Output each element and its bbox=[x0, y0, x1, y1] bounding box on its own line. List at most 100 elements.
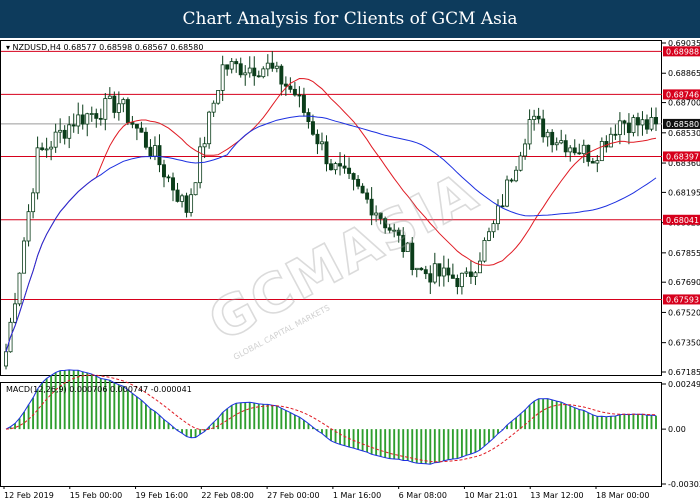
price-panel-frame bbox=[0, 40, 662, 376]
y-tick-label: 0.67185 bbox=[668, 368, 700, 377]
candle-body bbox=[617, 120, 622, 136]
candle-body bbox=[283, 83, 288, 87]
candle-body bbox=[500, 205, 505, 208]
candle-body bbox=[347, 167, 352, 174]
candle-body bbox=[17, 272, 22, 305]
y-tick-label: 0.67520 bbox=[668, 308, 700, 317]
candle-body bbox=[645, 119, 649, 130]
candle-body bbox=[252, 67, 257, 77]
candle-body bbox=[441, 267, 446, 277]
candle-body bbox=[572, 147, 577, 154]
candle-body bbox=[622, 120, 627, 124]
candle-body bbox=[545, 131, 550, 138]
candle-body bbox=[130, 122, 135, 125]
candle-body bbox=[320, 141, 324, 145]
candle-body bbox=[464, 271, 469, 274]
candle-body bbox=[428, 273, 433, 283]
time-axis: 12 Feb 2019 15 Feb 00:00 19 Feb 16:00 22 Fe… bbox=[3, 486, 649, 500]
x-tick-label: 1 Mar 16:00 bbox=[333, 491, 381, 500]
macd-y-tick-label: 0.002492 bbox=[668, 380, 700, 389]
candle-body bbox=[536, 115, 541, 120]
price-level-label: 0.68041 bbox=[666, 216, 699, 225]
candle-body bbox=[631, 117, 636, 134]
x-tick-label: 15 Feb 00:00 bbox=[70, 491, 122, 500]
candle-body bbox=[247, 67, 252, 74]
candle-body bbox=[4, 351, 8, 367]
candle-body bbox=[496, 205, 500, 225]
candle-body bbox=[654, 117, 658, 125]
candle-body bbox=[292, 88, 297, 96]
candle-body bbox=[518, 155, 523, 171]
candle-body bbox=[143, 131, 148, 148]
candle-body bbox=[315, 133, 320, 145]
chart-area: 0.690350.688650.687000.685300.683600.681… bbox=[0, 39, 700, 500]
candle-body bbox=[22, 240, 27, 274]
candle-body bbox=[166, 176, 171, 179]
candle-body bbox=[437, 263, 442, 277]
price-panel: 0.690350.688650.687000.685300.683600.681… bbox=[0, 39, 700, 377]
candle-body bbox=[487, 231, 491, 241]
candle-body bbox=[365, 192, 370, 200]
y-tick-label: 0.67690 bbox=[668, 278, 700, 287]
candle-body bbox=[360, 185, 365, 194]
candle-body bbox=[49, 146, 54, 150]
candle-body bbox=[324, 141, 329, 165]
candle-body bbox=[80, 114, 85, 125]
candle-body bbox=[157, 145, 162, 166]
candle-body bbox=[432, 263, 437, 283]
candle-body bbox=[468, 271, 473, 277]
candle-body bbox=[640, 119, 645, 126]
candle-body bbox=[450, 274, 455, 279]
candle-body bbox=[139, 127, 144, 133]
candle-body bbox=[94, 113, 99, 119]
candle-body bbox=[329, 163, 333, 171]
candle-body bbox=[121, 99, 126, 105]
candle-body bbox=[202, 143, 207, 148]
candle-body bbox=[455, 278, 460, 288]
candle-body bbox=[514, 169, 519, 182]
candle-body bbox=[193, 182, 198, 196]
candle-body bbox=[446, 267, 451, 276]
candle-body bbox=[306, 112, 311, 123]
price-level-label: 0.67593 bbox=[666, 295, 699, 304]
candle-body bbox=[532, 115, 537, 120]
candle-body bbox=[477, 260, 482, 274]
candle-body bbox=[67, 124, 72, 139]
x-tick-label: 19 Feb 16:00 bbox=[136, 491, 188, 500]
candle-body bbox=[301, 94, 306, 113]
candle-body bbox=[351, 173, 356, 180]
candle-body bbox=[559, 140, 564, 144]
candle-body bbox=[229, 61, 234, 70]
candle-body bbox=[107, 95, 112, 99]
candle-body bbox=[13, 303, 17, 323]
candle-body bbox=[279, 65, 284, 85]
x-tick-label: 13 Mar 12:00 bbox=[530, 491, 583, 500]
candle-body bbox=[207, 111, 212, 145]
candle-body bbox=[31, 192, 36, 213]
x-tick-label: 10 Mar 21:01 bbox=[464, 491, 517, 500]
candle-body bbox=[152, 145, 157, 157]
x-tick-label: 12 Feb 2019 bbox=[4, 491, 54, 500]
candle-body bbox=[505, 179, 510, 207]
y-tick-label: 0.67350 bbox=[668, 339, 700, 348]
candle-body bbox=[541, 118, 546, 138]
candle-body bbox=[216, 90, 221, 104]
macd-y-tick-label: -0.00303 bbox=[668, 480, 700, 489]
candle-body bbox=[243, 72, 248, 76]
candle-body bbox=[148, 146, 153, 157]
x-tick-label: 22 Feb 08:00 bbox=[201, 491, 253, 500]
price-level-label: 0.68397 bbox=[666, 152, 699, 161]
candle-body bbox=[211, 102, 216, 113]
candle-body bbox=[220, 64, 225, 91]
candle-body bbox=[288, 85, 293, 90]
candle-body bbox=[613, 133, 618, 136]
price-panel-label: ▾ NZDUSD,H4 0.68577 0.68598 0.68567 0.68… bbox=[6, 43, 203, 52]
candle-body bbox=[134, 123, 139, 129]
candle-body bbox=[590, 161, 595, 164]
candle-body bbox=[608, 133, 613, 148]
candle-body bbox=[333, 163, 338, 171]
macd-panel: 0.002492 0.00 -0.00303 MACD(12,26,9) 0.0007… bbox=[0, 369, 700, 489]
candle-body bbox=[184, 195, 189, 213]
candle-body bbox=[44, 148, 49, 151]
candle-body bbox=[76, 114, 81, 127]
